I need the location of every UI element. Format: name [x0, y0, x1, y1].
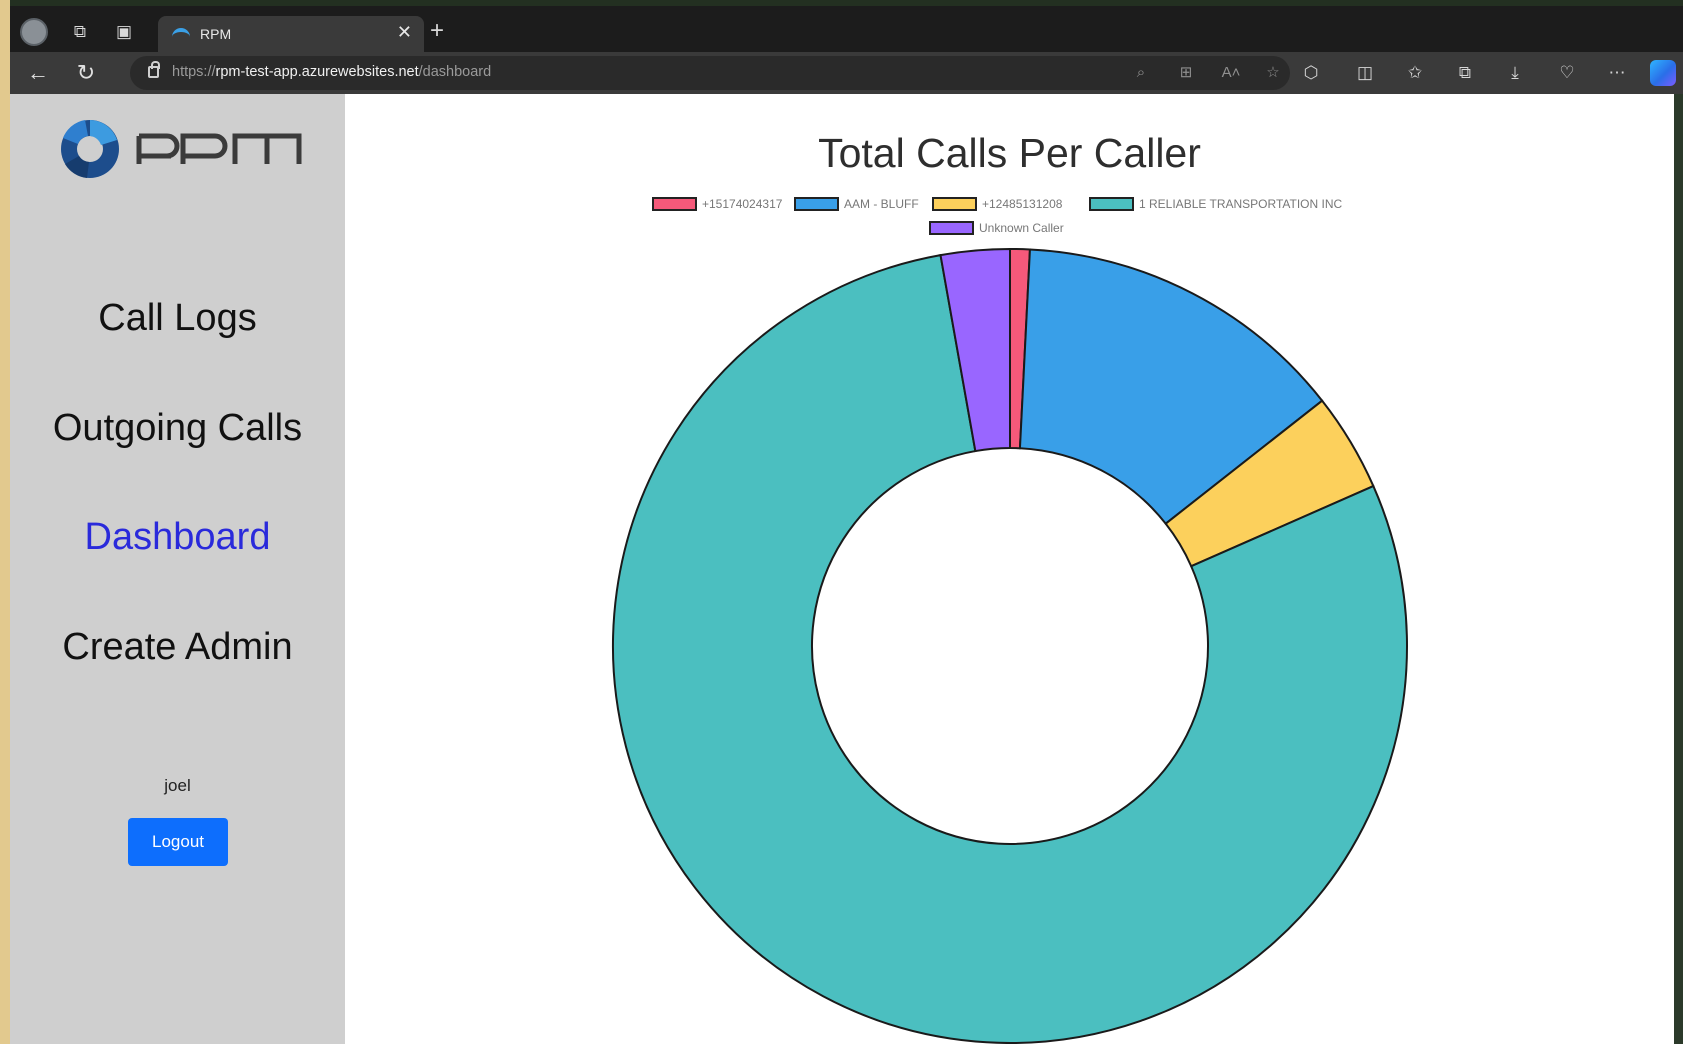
window-frame-left	[0, 0, 10, 1044]
read-aloud-icon[interactable]: A˄	[1220, 62, 1242, 84]
back-arrow-icon[interactable]: ←	[24, 59, 52, 87]
address-url[interactable]: https://rpm-test-app.azurewebsites.net/d…	[172, 64, 491, 80]
tab-actions-icon[interactable]: ▣	[110, 18, 138, 46]
url-path: /dashboard	[418, 64, 492, 80]
favorites-icon[interactable]: ✩	[1402, 60, 1428, 86]
browser-toolbar: ← ↻ https://rpm-test-app.azurewebsites.n…	[10, 52, 1683, 94]
refresh-icon[interactable]: ↻	[72, 59, 100, 87]
web-page: Call Logs Outgoing Calls Dashboard Creat…	[10, 94, 1674, 1044]
donut-chart	[612, 247, 1408, 1044]
extensions-icon[interactable]: ⬡	[1298, 60, 1324, 86]
address-bar[interactable]: https://rpm-test-app.azurewebsites.net/d…	[130, 56, 1290, 90]
downloads-icon[interactable]: ⤓	[1502, 60, 1528, 86]
nav-outgoing-calls[interactable]: Outgoing Calls	[10, 407, 345, 450]
split-screen-icon[interactable]: ◫	[1352, 60, 1378, 86]
rpm-logo	[61, 120, 302, 178]
url-host: rpm-test-app.azurewebsites.net	[215, 64, 419, 80]
close-tab-icon[interactable]: ✕	[397, 22, 412, 43]
profile-avatar-icon[interactable]	[20, 18, 48, 46]
url-scheme: https://	[172, 64, 216, 80]
logout-button[interactable]: Logout	[128, 818, 228, 866]
nav-dashboard[interactable]: Dashboard	[10, 516, 345, 559]
apps-grid-icon[interactable]: ⊞	[1175, 62, 1197, 84]
favorite-star-icon[interactable]: ☆	[1262, 62, 1284, 84]
more-menu-icon[interactable]: ⋯	[1604, 60, 1630, 86]
rpm-favicon-icon	[172, 28, 190, 42]
workspaces-icon[interactable]: ⧉	[66, 18, 94, 46]
nav-create-admin[interactable]: Create Admin	[10, 626, 345, 669]
browser-tab-strip: ⧉ ▣ RPM ✕ +	[10, 6, 1683, 58]
search-key-icon[interactable]: ⌕	[1130, 62, 1152, 84]
performance-heart-icon[interactable]: ♡	[1554, 60, 1580, 86]
new-tab-icon[interactable]: +	[430, 18, 444, 44]
dashboard-main: Total Calls Per Caller +15174024317 AAM …	[345, 94, 1674, 1044]
username: joel	[164, 776, 191, 795]
collections-icon[interactable]: ⧉	[1452, 60, 1478, 86]
lock-icon[interactable]	[148, 61, 160, 78]
tab-title: RPM	[200, 26, 232, 42]
nav-call-logs[interactable]: Call Logs	[10, 297, 345, 340]
sidebar: Call Logs Outgoing Calls Dashboard Creat…	[10, 94, 345, 1044]
copilot-icon[interactable]	[1650, 60, 1676, 86]
